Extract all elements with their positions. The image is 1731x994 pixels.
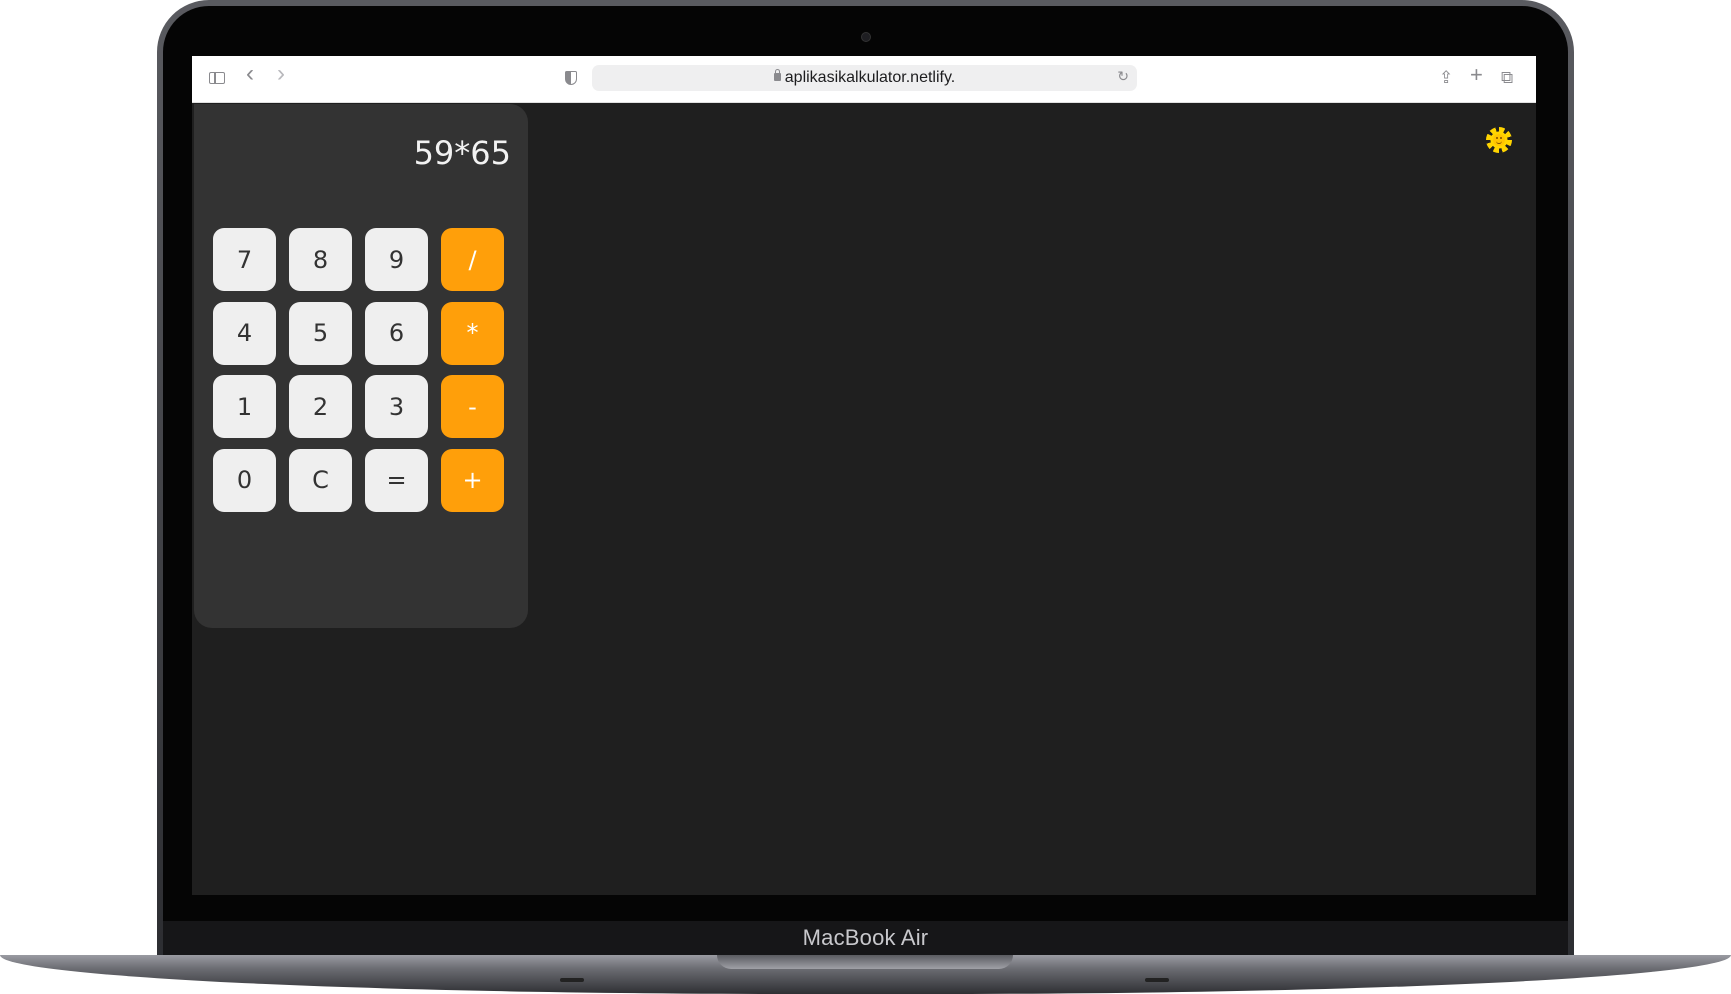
- camera-icon: [861, 32, 871, 42]
- shield-icon[interactable]: [565, 71, 577, 85]
- lock-icon: [773, 69, 781, 81]
- url-text[interactable]: aplikasikalkulator.netlify.: [592, 69, 1137, 87]
- sun-face: [1493, 134, 1505, 146]
- key-5[interactable]: 5: [289, 301, 352, 365]
- key-3[interactable]: 3: [365, 375, 428, 438]
- key-1[interactable]: 1: [213, 375, 276, 438]
- sun-icon[interactable]: [1486, 127, 1512, 153]
- key-add[interactable]: +: [441, 448, 504, 512]
- laptop-foot: [560, 978, 584, 982]
- device-label: MacBook Air: [802, 925, 929, 950]
- key-2[interactable]: 2: [289, 375, 352, 438]
- laptop-chin: MacBook Air: [163, 921, 1568, 958]
- sidebar-icon[interactable]: [209, 72, 225, 84]
- key-8[interactable]: 8: [289, 228, 352, 291]
- tabs-overview-icon[interactable]: ⧉: [1501, 68, 1513, 88]
- key-0[interactable]: 0: [213, 448, 276, 512]
- calculator-display: 59*65: [413, 134, 511, 172]
- browser-window: ‹ › aplikasikalkulator.netlify. ↻ ⇪ + ⧉ …: [192, 56, 1536, 895]
- address-bar[interactable]: aplikasikalkulator.netlify. ↻: [592, 65, 1137, 91]
- back-icon[interactable]: ‹: [246, 62, 254, 86]
- key-equals[interactable]: =: [365, 448, 428, 512]
- key-4[interactable]: 4: [213, 301, 276, 365]
- url-value: aplikasikalkulator.netlify.: [784, 69, 956, 86]
- laptop-notch: [717, 955, 1013, 969]
- browser-toolbar: ‹ › aplikasikalkulator.netlify. ↻ ⇪ + ⧉: [192, 56, 1536, 103]
- keypad: 7 8 9 / 4 5 6 * 1 2 3 - 0 C = +: [213, 228, 504, 512]
- key-7[interactable]: 7: [213, 228, 276, 291]
- laptop-foot: [1145, 978, 1169, 982]
- key-divide[interactable]: /: [441, 228, 504, 291]
- reload-icon[interactable]: ↻: [1117, 68, 1129, 85]
- forward-icon[interactable]: ›: [277, 62, 285, 86]
- share-icon[interactable]: ⇪: [1439, 68, 1453, 88]
- key-9[interactable]: 9: [365, 228, 428, 291]
- key-multiply[interactable]: *: [441, 301, 504, 365]
- key-6[interactable]: 6: [365, 301, 428, 365]
- new-tab-icon[interactable]: +: [1470, 64, 1483, 86]
- key-clear[interactable]: C: [289, 448, 352, 512]
- key-subtract[interactable]: -: [441, 375, 504, 438]
- calculator: 59*65 7 8 9 / 4 5 6 * 1 2 3 - 0 C = +: [194, 104, 528, 628]
